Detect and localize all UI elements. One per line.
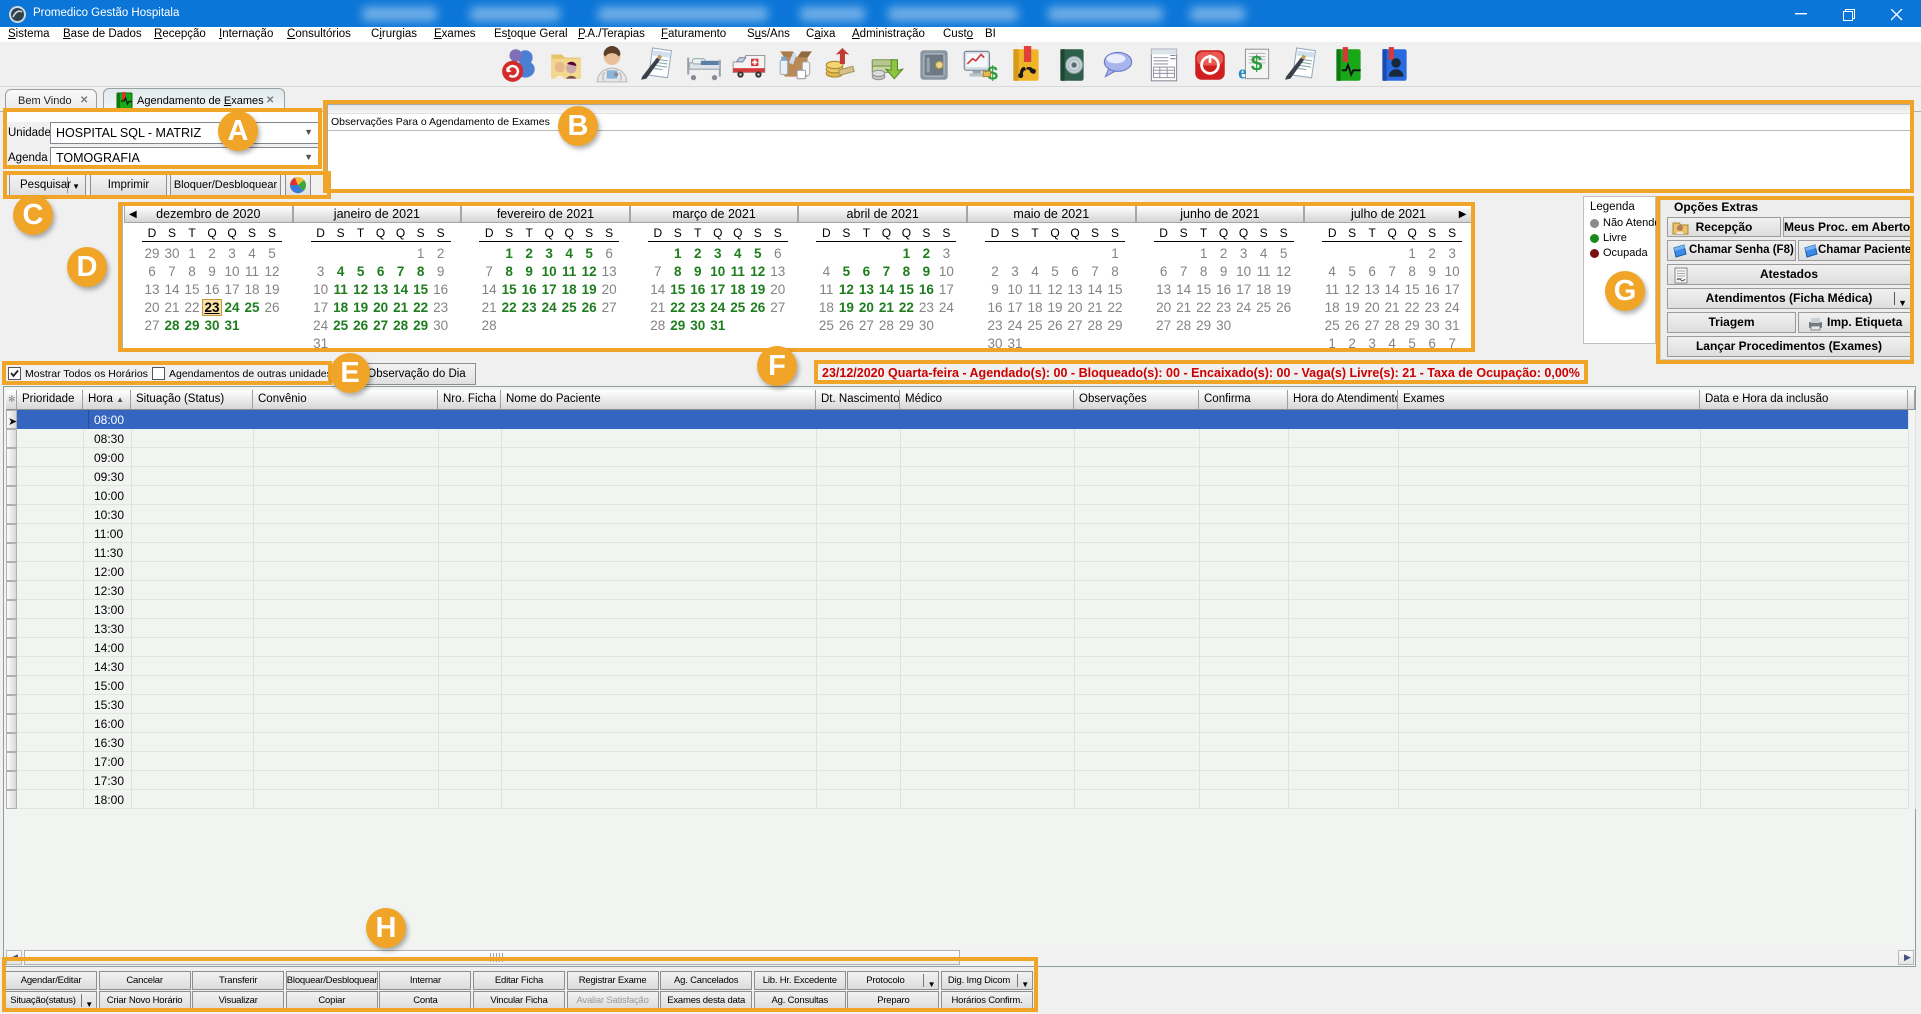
svg-text:e: e xyxy=(1238,63,1246,84)
svg-text:$: $ xyxy=(1251,52,1263,75)
